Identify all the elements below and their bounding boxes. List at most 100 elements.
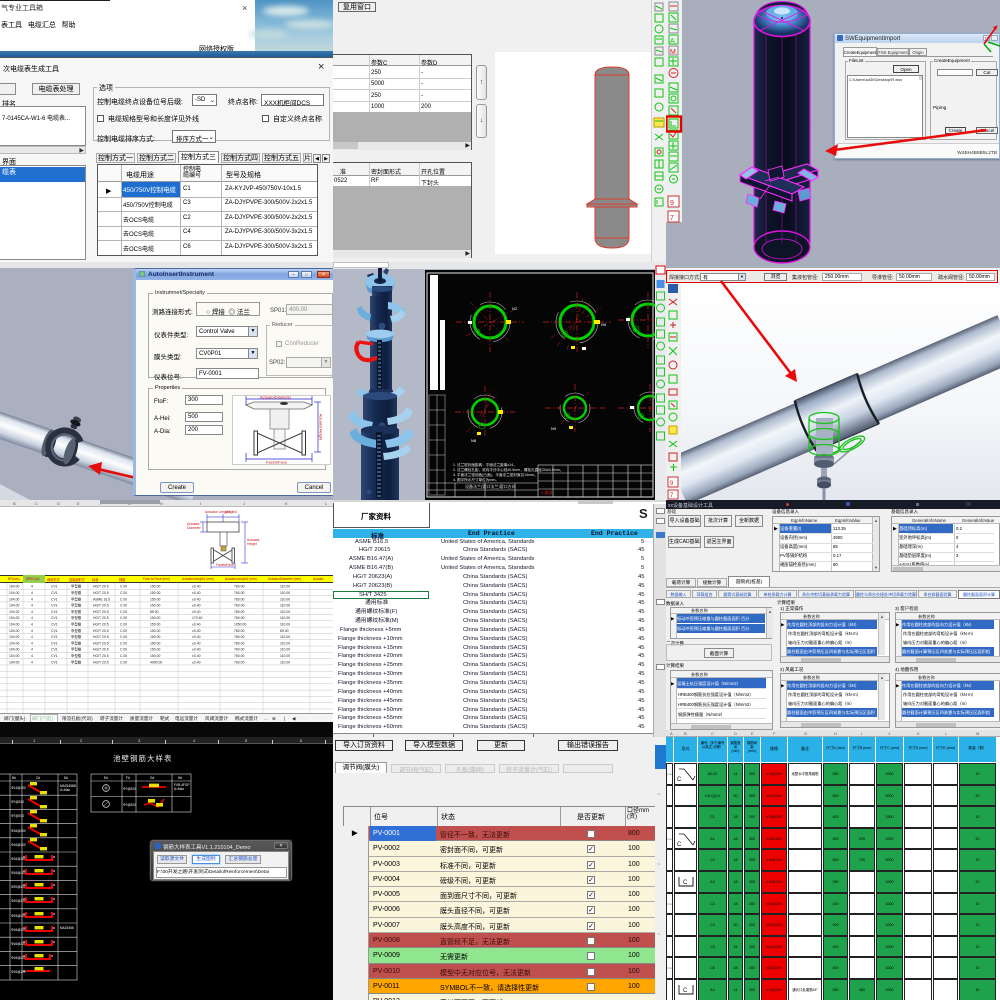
svg-text:C.00: C.00: [120, 660, 127, 664]
svg-text:FacetoFace: FacetoFace: [266, 460, 288, 465]
svg-text:Φ16@200: Φ16@200: [11, 843, 26, 847]
svg-text:C.00: C.00: [120, 635, 127, 639]
svg-text:MA23456: MA23456: [60, 926, 74, 930]
svg-text:110.00: 110.00: [280, 654, 290, 658]
svg-text:CV1: CV1: [51, 641, 58, 645]
svg-text:760.00: 760.00: [234, 597, 244, 601]
svg-text:C.00: C.00: [120, 610, 127, 614]
svg-text:±0.40: ±0.40: [192, 660, 201, 664]
svg-text:甲型蝶: 甲型蝶: [71, 628, 82, 633]
svg-text:150.00: 150.00: [150, 585, 160, 589]
svg-text:C.00: C.00: [120, 616, 127, 620]
svg-text:C.00: C.00: [120, 648, 127, 652]
svg-text:104.00: 104.00: [9, 660, 19, 664]
svg-text:R: R: [51, 954, 54, 958]
svg-text:HG/T 20.5: HG/T 20.5: [93, 660, 109, 664]
svg-text:E#: E#: [104, 776, 108, 780]
svg-text:2. 法兰螺栓孔距，双向平分中心线±0.5mm，螺栓孔直径/: 2. 法兰螺栓孔距，双向平分中心线±0.5mm，螺栓孔直径/34±0.5mm。: [453, 467, 563, 472]
svg-text:760.00: 760.00: [234, 629, 244, 633]
svg-text:760.00: 760.00: [234, 641, 244, 645]
svg-text:F#: F#: [126, 776, 130, 780]
svg-text:150.00: 150.00: [150, 629, 160, 633]
svg-text:CV1: CV1: [51, 610, 58, 614]
svg-text:甲型蝶: 甲型蝶: [71, 647, 82, 652]
svg-text:104.00: 104.00: [9, 648, 19, 652]
svg-text:89.00: 89.00: [280, 629, 289, 633]
svg-text:R: R: [53, 855, 56, 859]
svg-text:R: R: [53, 883, 56, 887]
svg-text:N5: N5: [601, 322, 607, 327]
svg-text:104.00: 104.00: [9, 654, 19, 658]
svg-text:CV1: CV1: [51, 654, 58, 658]
svg-text:110.00: 110.00: [280, 610, 290, 614]
svg-text:HG/T 20.5: HG/T 20.5: [93, 641, 109, 645]
svg-text:4: 4: [31, 610, 33, 614]
svg-text:甲型蝶: 甲型蝶: [71, 596, 82, 601]
svg-text:C: C: [683, 988, 688, 994]
svg-text:4: 4: [31, 604, 33, 608]
svg-text:A=Max: A=Max: [60, 788, 70, 792]
svg-text:150.00: 150.00: [150, 648, 160, 652]
svg-text:104.00: 104.00: [9, 616, 19, 620]
svg-text:760.00: 760.00: [234, 648, 244, 652]
svg-text:110.00: 110.00: [280, 623, 290, 627]
svg-text:C.00: C.00: [120, 654, 127, 658]
svg-text:HG/T 20.5: HG/T 20.5: [93, 648, 109, 652]
svg-text:甲型蝶: 甲型蝶: [71, 603, 82, 608]
svg-text:B#: B#: [12, 776, 16, 780]
svg-text:760.00: 760.00: [234, 660, 244, 664]
svg-text:CV1: CV1: [51, 635, 58, 639]
svg-text:760.00: 760.00: [234, 585, 244, 589]
svg-text:4: 4: [31, 654, 33, 658]
svg-text:150.00: 150.00: [150, 604, 160, 608]
svg-text:CV1: CV1: [51, 623, 58, 627]
svg-text:C.00: C.00: [120, 623, 127, 627]
svg-text:N2: N2: [512, 306, 518, 311]
svg-text:104.00: 104.00: [9, 604, 19, 608]
svg-text:85.00: 85.00: [150, 610, 159, 614]
svg-text:760.00: 760.00: [234, 604, 244, 608]
svg-text:甲型蝶: 甲型蝶: [71, 584, 82, 589]
svg-text:C: C: [683, 880, 688, 886]
svg-text:4: 4: [31, 641, 33, 645]
svg-text:CV1: CV1: [51, 591, 58, 595]
svg-text:110.00: 110.00: [280, 591, 290, 595]
svg-text:760.00: 760.00: [234, 654, 244, 658]
svg-text:甲型蝶: 甲型蝶: [71, 590, 82, 595]
svg-text:104.00: 104.00: [9, 585, 19, 589]
svg-text:Length2: Length2: [225, 510, 237, 514]
svg-text:N9: N9: [551, 426, 557, 431]
svg-text:110.00: 110.00: [280, 604, 290, 608]
svg-text:104.00: 104.00: [9, 610, 19, 614]
svg-text:150.00: 150.00: [150, 641, 160, 645]
svg-text:R: R: [53, 940, 56, 944]
svg-text:±0.40: ±0.40: [192, 604, 201, 608]
svg-text:Φ7@200: Φ7@200: [11, 814, 24, 818]
svg-text:110.00: 110.00: [280, 635, 290, 639]
svg-text:N8: N8: [471, 438, 477, 443]
svg-text:4: 4: [31, 635, 33, 639]
svg-text:D#: D#: [64, 776, 68, 780]
svg-text:CV1: CV1: [51, 648, 58, 652]
svg-text:R: R: [53, 869, 56, 873]
svg-text:CV1: CV1: [51, 604, 58, 608]
svg-text:设备法兰(管口法兰)管口方向: 设备法兰(管口法兰)管口方向: [465, 483, 516, 489]
svg-text:760.00: 760.00: [234, 610, 244, 614]
svg-text:104.00: 104.00: [9, 597, 19, 601]
svg-text:Φ7@200: Φ7@200: [11, 800, 24, 804]
svg-text:ActuatorDiameter: ActuatorDiameter: [260, 395, 292, 400]
svg-text:CV1: CV1: [51, 597, 58, 601]
svg-text:±0.40: ±0.40: [192, 585, 201, 589]
svg-text:±0.40: ±0.40: [192, 623, 201, 627]
svg-text:甲型蝶: 甲型蝶: [71, 622, 82, 627]
svg-text:C: C: [677, 777, 682, 783]
svg-text:CV1: CV1: [51, 616, 58, 620]
svg-text:H#: H#: [178, 776, 182, 780]
svg-text:甲型蝶: 甲型蝶: [71, 609, 82, 614]
svg-text:4000.00: 4000.00: [150, 660, 162, 664]
svg-text:CV1: CV1: [51, 660, 58, 664]
svg-text:110.00: 110.00: [280, 660, 290, 664]
svg-text:1. 法兰密封面距离：平面法兰距离≥14。: 1. 法兰密封面距离：平面法兰距离≥14。: [453, 462, 517, 467]
svg-text:CV1: CV1: [51, 585, 58, 589]
svg-text:104.00: 104.00: [9, 629, 19, 633]
